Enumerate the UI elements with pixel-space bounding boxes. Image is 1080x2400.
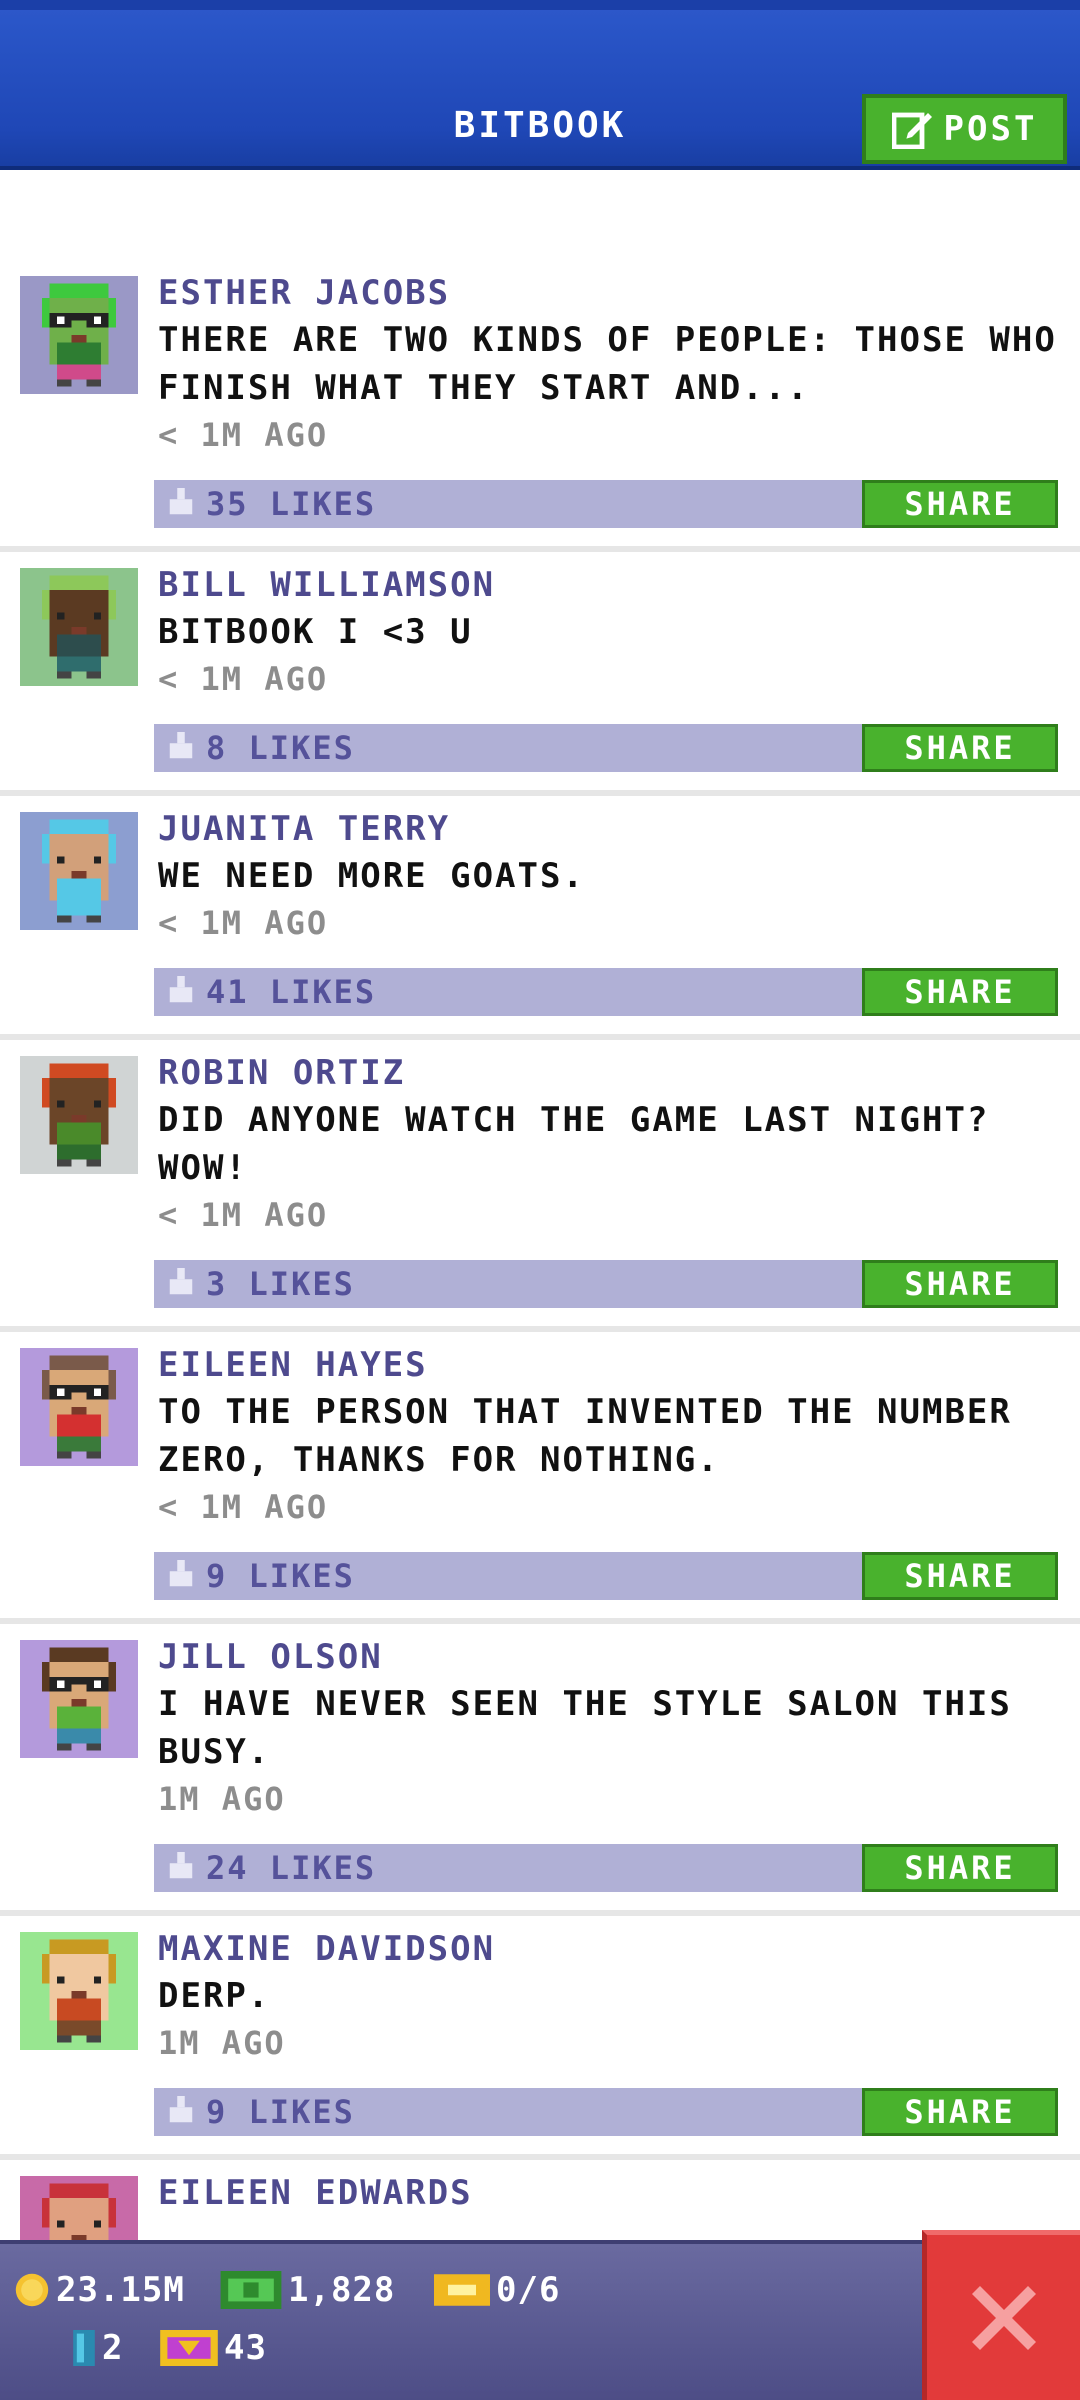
post-time: < 1M AGO [158, 660, 329, 698]
like-bar[interactable]: 3 LIKES SHARE [154, 1260, 1058, 1308]
post-text: TO THE PERSON THAT INVENTED THE NUMBER Z… [158, 1392, 1012, 1480]
like-bar[interactable]: 8 LIKES SHARE [154, 724, 1058, 772]
post-text: WE NEED MORE GOATS. [158, 856, 585, 896]
bitizens-value: 2 [102, 2328, 124, 2368]
post-time: < 1M AGO [158, 904, 329, 942]
like-count: 3 LIKES [206, 1265, 355, 1303]
thumbs-up-icon [169, 1268, 193, 1295]
thumbs-up-icon [169, 1560, 193, 1587]
feed-post: EILEEN HAYES TO THE PERSON THAT INVENTED … [0, 1332, 1080, 1624]
post-text: THERE ARE TWO KINDS OF PEOPLE: THOSE WHO… [158, 320, 1057, 408]
feed-post: BILL WILLIAMSON BITBOOK I <3 U < 1M AGO 8 L… [0, 552, 1080, 796]
feed-post: EILEEN EDWARDS [0, 2160, 1080, 2294]
top-bar: BITBOOK POST [0, 0, 1080, 170]
feed-post: JILL OLSON I HAVE NEVER SEEN THE STYLE SA… [0, 1624, 1080, 1916]
like-bar[interactable]: 9 LIKES SHARE [154, 1552, 1058, 1600]
post-time: 1M AGO [158, 1780, 286, 1818]
share-button[interactable]: SHARE [862, 1552, 1058, 1600]
bitizens-stat: 2 [72, 2328, 123, 2368]
share-button[interactable]: SHARE [862, 1260, 1058, 1308]
post-text: DID ANYONE WATCH THE GAME LAST NIGHT? WO… [158, 1100, 990, 1188]
thumbs-up-icon [169, 732, 193, 759]
feed-list[interactable]: ESTHER JACOBS THERE ARE TWO KINDS OF PEOP… [0, 260, 1080, 2294]
like-bar[interactable]: 9 LIKES SHARE [154, 2088, 1058, 2136]
post-author[interactable]: JUANITA TERRY [158, 806, 1080, 852]
coin-icon [15, 2273, 49, 2307]
ticket-icon [434, 2274, 490, 2306]
tickets-stat: 0/6 [434, 2270, 560, 2310]
avatar[interactable] [20, 1932, 138, 2050]
like-count: 35 LIKES [206, 485, 377, 523]
vip-value: 43 [224, 2328, 267, 2368]
like-count: 24 LIKES [206, 1849, 377, 1887]
like-count: 9 LIKES [206, 2093, 355, 2131]
avatar[interactable] [20, 568, 138, 686]
like-bar[interactable]: 24 LIKES SHARE [154, 1844, 1058, 1892]
like-bar[interactable]: 41 LIKES SHARE [154, 968, 1058, 1016]
avatar[interactable] [20, 276, 138, 394]
bux-icon [220, 2271, 282, 2309]
close-button[interactable] [922, 2230, 1080, 2400]
like-bar[interactable]: 35 LIKES SHARE [154, 480, 1058, 528]
post-author[interactable]: BILL WILLIAMSON [158, 562, 1080, 608]
post-author[interactable]: EILEEN HAYES [158, 1342, 1080, 1388]
post-text: BITBOOK I <3 U [158, 612, 473, 652]
status-bar: 23.15M 1,828 0/6 2 43 [0, 2240, 1080, 2400]
avatar[interactable] [20, 812, 138, 930]
post-author[interactable]: ROBIN ORTIZ [158, 1050, 1080, 1096]
avatar[interactable] [20, 1348, 138, 1466]
feed-post: ROBIN ORTIZ DID ANYONE WATCH THE GAME LAS… [0, 1040, 1080, 1332]
vip-ticket-icon [160, 2330, 218, 2366]
post-author[interactable]: MAXINE DAVIDSON [158, 1926, 1080, 1972]
share-button[interactable]: SHARE [862, 968, 1058, 1016]
coins-stat: 23.15M [14, 2270, 185, 2310]
post-button-label: POST [943, 109, 1038, 149]
feed-post: MAXINE DAVIDSON DERP. 1M AGO 9 LIKES SHARE [0, 1916, 1080, 2160]
post-time: < 1M AGO [158, 1488, 329, 1526]
post-button[interactable]: POST [862, 94, 1067, 164]
tickets-value: 0/6 [496, 2270, 561, 2310]
feed-post: JUANITA TERRY WE NEED MORE GOATS. < 1M AGO… [0, 796, 1080, 1040]
like-count: 9 LIKES [206, 1557, 355, 1595]
like-count: 41 LIKES [206, 973, 377, 1011]
post-author[interactable]: ESTHER JACOBS [158, 270, 1080, 316]
thumbs-up-icon [169, 1852, 193, 1879]
thumbs-up-icon [169, 976, 193, 1003]
feed-post: ESTHER JACOBS THERE ARE TWO KINDS OF PEOP… [0, 260, 1080, 552]
close-icon [971, 2285, 1036, 2350]
post-text: DERP. [158, 1976, 271, 2016]
avatar[interactable] [20, 1640, 138, 1758]
thumbs-up-icon [169, 488, 193, 515]
share-button[interactable]: SHARE [862, 2088, 1058, 2136]
post-time: < 1M AGO [158, 416, 329, 454]
bux-stat: 1,828 [220, 2270, 395, 2310]
post-time: < 1M AGO [158, 1196, 329, 1234]
post-time: 1M AGO [158, 2024, 286, 2062]
vip-stat: 43 [160, 2328, 267, 2368]
post-text: I HAVE NEVER SEEN THE STYLE SALON THIS B… [158, 1684, 1012, 1772]
avatar[interactable] [20, 1056, 138, 1174]
bux-value: 1,828 [288, 2270, 396, 2310]
share-button[interactable]: SHARE [862, 480, 1058, 528]
share-button[interactable]: SHARE [862, 1844, 1058, 1892]
thumbs-up-icon [169, 2096, 193, 2123]
bitizen-icon [73, 2330, 95, 2366]
share-button[interactable]: SHARE [862, 724, 1058, 772]
post-author[interactable]: EILEEN EDWARDS [158, 2170, 1080, 2216]
edit-icon [891, 112, 932, 149]
like-count: 8 LIKES [206, 729, 355, 767]
post-author[interactable]: JILL OLSON [158, 1634, 1080, 1680]
coins-value: 23.15M [56, 2270, 185, 2310]
